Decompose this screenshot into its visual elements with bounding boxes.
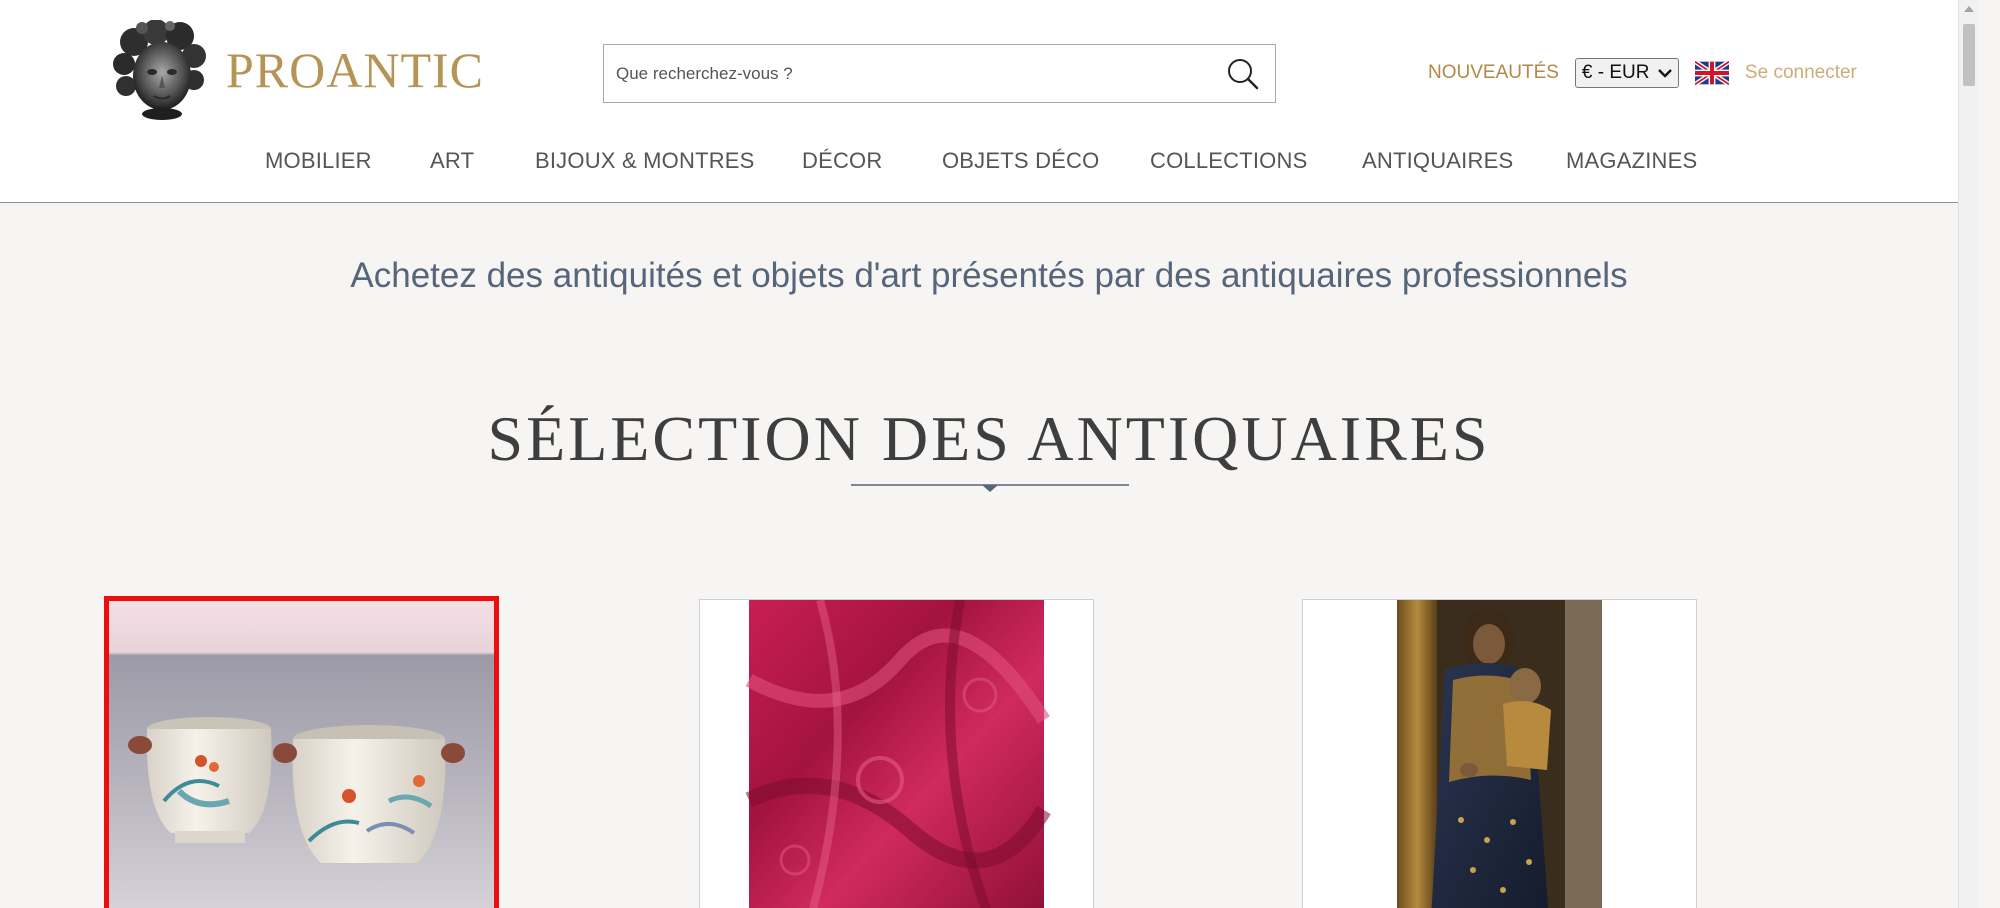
section-title: SÉLECTION DES ANTIQUAIRES bbox=[487, 403, 1491, 474]
porcelain-pots-image bbox=[109, 601, 494, 908]
nav-item-objets-deco[interactable]: OBJETS DÉCO bbox=[942, 148, 1099, 174]
main-navigation: MOBILIER ART BIJOUX & MONTRES DÉCOR OBJE… bbox=[0, 148, 1978, 178]
product-card-madonna-statue[interactable] bbox=[1302, 599, 1697, 908]
site-header: PROANTIC NOUVEAUTÉS € - EUR bbox=[0, 0, 1978, 203]
nouveautes-link[interactable]: NOUVEAUTÉS bbox=[1428, 62, 1559, 84]
cherub-head-logo-icon bbox=[113, 20, 206, 120]
search-bar bbox=[603, 44, 1276, 103]
signin-link[interactable]: Se connecter bbox=[1745, 62, 1857, 84]
search-input[interactable] bbox=[604, 45, 1211, 102]
nav-item-art[interactable]: ART bbox=[430, 148, 474, 174]
nav-item-mobilier[interactable]: MOBILIER bbox=[265, 148, 372, 174]
page: PROANTIC NOUVEAUTÉS € - EUR bbox=[0, 0, 1978, 908]
currency-value: € - EUR bbox=[1581, 62, 1650, 83]
search-button[interactable] bbox=[1211, 45, 1275, 102]
logo-link[interactable]: PROANTIC bbox=[112, 20, 484, 120]
search-icon bbox=[1228, 58, 1259, 89]
nav-item-antiquaires[interactable]: ANTIQUAIRES bbox=[1362, 148, 1513, 174]
product-card-red-silk[interactable] bbox=[699, 599, 1094, 908]
uk-flag-icon[interactable] bbox=[1694, 61, 1729, 85]
chevron-down-icon bbox=[1658, 69, 1672, 78]
madonna-statue-image bbox=[1303, 600, 1696, 908]
title-divider bbox=[851, 484, 1129, 492]
nav-item-decor[interactable]: DÉCOR bbox=[802, 148, 882, 174]
scroll-up-arrow-icon[interactable] bbox=[1964, 6, 1974, 12]
nav-item-bijoux-montres[interactable]: BIJOUX & MONTRES bbox=[535, 148, 755, 174]
product-card-porcelain-pots[interactable] bbox=[104, 596, 499, 908]
nav-item-magazines[interactable]: MAGAZINES bbox=[1566, 148, 1697, 174]
scrollbar-thumb[interactable] bbox=[1963, 24, 1975, 86]
red-silk-fabric-image bbox=[700, 600, 1093, 908]
header-utilities: NOUVEAUTÉS € - EUR Se connecter bbox=[1428, 56, 1857, 90]
currency-select[interactable]: € - EUR bbox=[1574, 58, 1679, 88]
scrollbar[interactable] bbox=[1958, 0, 1978, 908]
brand-name: PROANTIC bbox=[226, 42, 485, 98]
tagline: Achetez des antiquités et objets d'art p… bbox=[350, 256, 1628, 295]
nav-item-collections[interactable]: COLLECTIONS bbox=[1150, 148, 1307, 174]
